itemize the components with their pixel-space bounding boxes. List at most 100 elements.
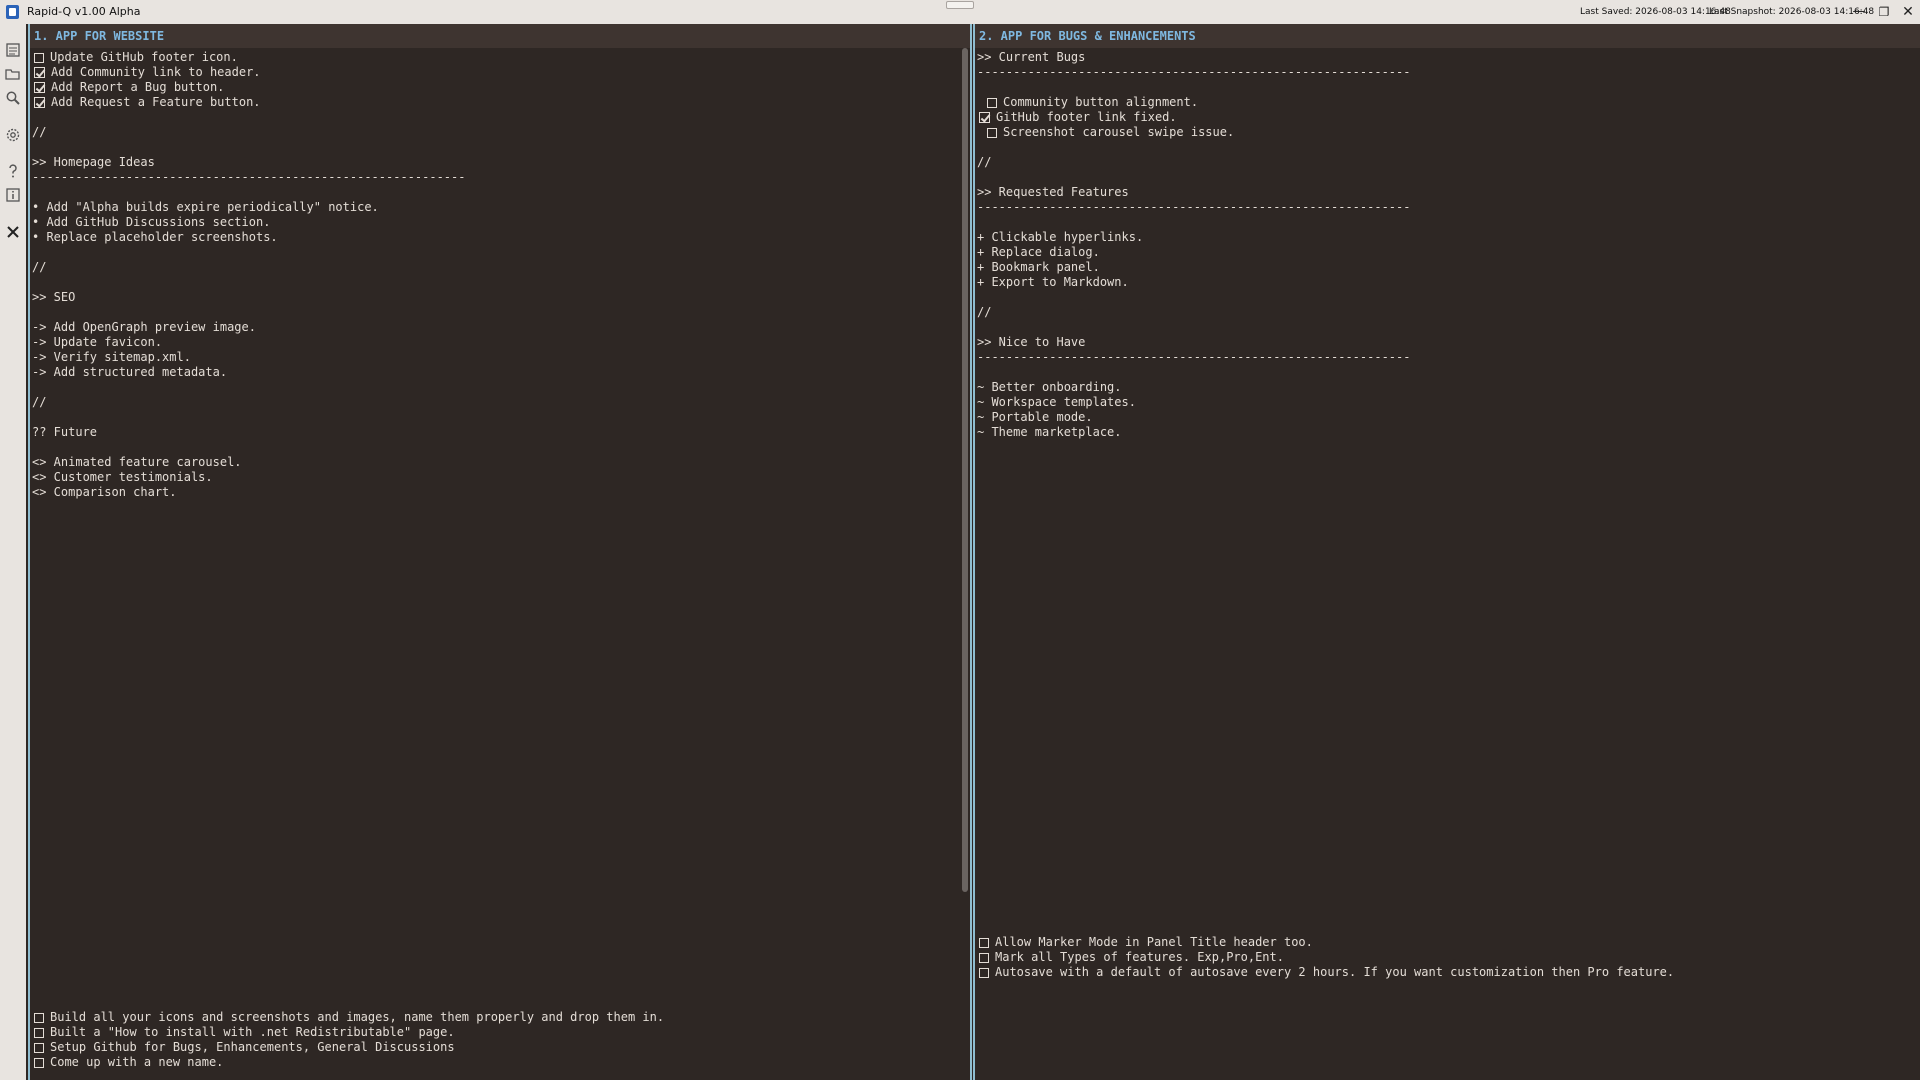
text-line[interactable]: + Export to Markdown. [977, 275, 1410, 290]
editor-lines[interactable]: Update GitHub footer icon. Add Community … [32, 50, 465, 500]
text-line[interactable] [32, 410, 465, 425]
text-line[interactable] [32, 440, 465, 455]
text-line[interactable]: ----------------------------------------… [977, 350, 1410, 365]
text-line[interactable]: -> Add OpenGraph preview image. [32, 320, 465, 335]
text-line[interactable] [977, 365, 1410, 380]
text-line[interactable]: • Replace placeholder screenshots. [32, 230, 465, 245]
text-line[interactable]: >> Current Bugs [977, 50, 1410, 65]
unchecked-checkbox[interactable] [34, 1027, 44, 1038]
text-line[interactable]: -> Add structured metadata. [32, 365, 465, 380]
text-line[interactable]: <> Comparison chart. [32, 485, 465, 500]
minimize-button[interactable]: — [1847, 0, 1871, 24]
checked-checkbox[interactable] [34, 82, 45, 93]
text-line[interactable] [32, 380, 465, 395]
text-line[interactable] [32, 110, 465, 125]
panel-title[interactable]: 2. APP FOR BUGS & ENHANCEMENTS [975, 24, 1920, 48]
text-line[interactable] [32, 245, 465, 260]
checklist-item[interactable]: Screenshot carousel swipe issue. [977, 125, 1410, 140]
unchecked-checkbox[interactable] [34, 1012, 44, 1023]
text-line[interactable]: >> Homepage Ideas [32, 155, 465, 170]
text-line[interactable]: ?? Future [32, 425, 465, 440]
panel-title[interactable]: 1. APP FOR WEBSITE [30, 24, 970, 48]
checked-checkbox[interactable] [34, 97, 45, 108]
text-line[interactable]: • Add GitHub Discussions section. [32, 215, 465, 230]
text-line[interactable]: • Add "Alpha builds expire periodically"… [32, 200, 465, 215]
checklist-item[interactable]: Autosave with a default of autosave ever… [977, 965, 1674, 980]
editor-lines[interactable]: >> Current Bugs -------------------------… [977, 50, 1410, 440]
editor-bottom-lines[interactable]: Allow Marker Mode in Panel Title header … [977, 935, 1674, 980]
notes-icon[interactable] [5, 42, 21, 58]
search-icon[interactable] [5, 90, 21, 106]
unchecked-checkbox[interactable] [34, 1057, 44, 1068]
text-line[interactable]: // [977, 305, 1410, 320]
text-line[interactable] [977, 290, 1410, 305]
checklist-item[interactable]: Community button alignment. [977, 95, 1410, 110]
checklist-item[interactable]: Come up with a new name. [32, 1055, 702, 1070]
info-icon[interactable] [5, 187, 21, 203]
checklist-item[interactable]: Add Report a Bug button. [32, 80, 465, 95]
unchecked-checkbox[interactable] [987, 127, 997, 138]
text-line[interactable]: ~ Workspace templates. [977, 395, 1410, 410]
text-line[interactable] [32, 1070, 702, 1080]
unchecked-checkbox[interactable] [987, 97, 997, 108]
text-line[interactable]: // [977, 155, 1410, 170]
checklist-item[interactable]: Build all your icons and screenshots and… [32, 1010, 702, 1025]
text-line[interactable] [32, 275, 465, 290]
text-line[interactable] [977, 215, 1410, 230]
unchecked-checkbox[interactable] [34, 1042, 44, 1053]
text-line[interactable]: ~ Better onboarding. [977, 380, 1410, 395]
unchecked-checkbox[interactable] [34, 52, 44, 63]
text-line[interactable]: >> Requested Features [977, 185, 1410, 200]
text-line[interactable]: // [32, 260, 465, 275]
unchecked-checkbox[interactable] [979, 937, 989, 948]
text-line[interactable]: >> SEO [32, 290, 465, 305]
text-line[interactable]: >> Nice to Have [977, 335, 1410, 350]
text-line[interactable]: ----------------------------------------… [977, 65, 1410, 80]
checklist-item[interactable]: Mark all Types of features. Exp,Pro,Ent. [977, 950, 1674, 965]
app-title: Rapid-Q v1.00 Alpha [27, 5, 141, 18]
text-line[interactable]: -> Verify sitemap.xml. [32, 350, 465, 365]
checklist-item[interactable]: Setup Github for Bugs, Enhancements, Gen… [32, 1040, 702, 1055]
close-window-button[interactable]: ✕ [1896, 0, 1920, 24]
text-line[interactable] [32, 140, 465, 155]
text-line[interactable]: -> Update favicon. [32, 335, 465, 350]
checklist-item[interactable]: Built a "How to install with .net Redist… [32, 1025, 702, 1040]
panel-drag-handle[interactable] [946, 1, 974, 9]
close-icon[interactable] [5, 224, 21, 240]
checklist-item[interactable]: Add Request a Feature button. [32, 95, 465, 110]
panel-editor[interactable]: >> Current Bugs -------------------------… [975, 48, 1920, 1080]
text-line[interactable]: // [32, 395, 465, 410]
text-line[interactable]: // [32, 125, 465, 140]
text-line[interactable] [32, 305, 465, 320]
text-line[interactable]: ~ Theme marketplace. [977, 425, 1410, 440]
unchecked-checkbox[interactable] [979, 967, 989, 978]
text-line[interactable]: ~ Portable mode. [977, 410, 1410, 425]
text-line[interactable] [977, 140, 1410, 155]
text-line[interactable] [32, 185, 465, 200]
checklist-item[interactable]: Allow Marker Mode in Panel Title header … [977, 935, 1674, 950]
checked-checkbox[interactable] [979, 112, 990, 123]
text-line[interactable]: + Bookmark panel. [977, 260, 1410, 275]
text-line[interactable]: ----------------------------------------… [977, 200, 1410, 215]
help-icon[interactable] [5, 163, 21, 179]
checklist-item[interactable]: Add Community link to header. [32, 65, 465, 80]
unchecked-checkbox[interactable] [979, 952, 989, 963]
checked-checkbox[interactable] [34, 67, 45, 78]
folder-open-icon[interactable] [5, 66, 21, 82]
text-line[interactable]: ----------------------------------------… [32, 170, 465, 185]
panel-editor[interactable]: Update GitHub footer icon. Add Community … [30, 48, 970, 1080]
settings-icon[interactable] [5, 127, 21, 143]
text-line[interactable]: <> Customer testimonials. [32, 470, 465, 485]
editor-bottom-lines[interactable]: Build all your icons and screenshots and… [32, 1010, 702, 1080]
scrollbar[interactable] [962, 48, 968, 892]
text-line[interactable] [977, 170, 1410, 185]
text-line[interactable] [977, 320, 1410, 335]
text-line[interactable]: + Clickable hyperlinks. [977, 230, 1410, 245]
maximize-button[interactable]: ❐ [1872, 0, 1896, 24]
checklist-item[interactable]: GitHub footer link fixed. [977, 110, 1410, 125]
text-line[interactable]: + Replace dialog. [977, 245, 1410, 260]
checklist-item[interactable]: Update GitHub footer icon. [32, 50, 465, 65]
text-line[interactable]: <> Animated feature carousel. [32, 455, 465, 470]
text-line[interactable] [977, 80, 1410, 95]
line-text: • Add "Alpha builds expire periodically"… [32, 200, 379, 214]
